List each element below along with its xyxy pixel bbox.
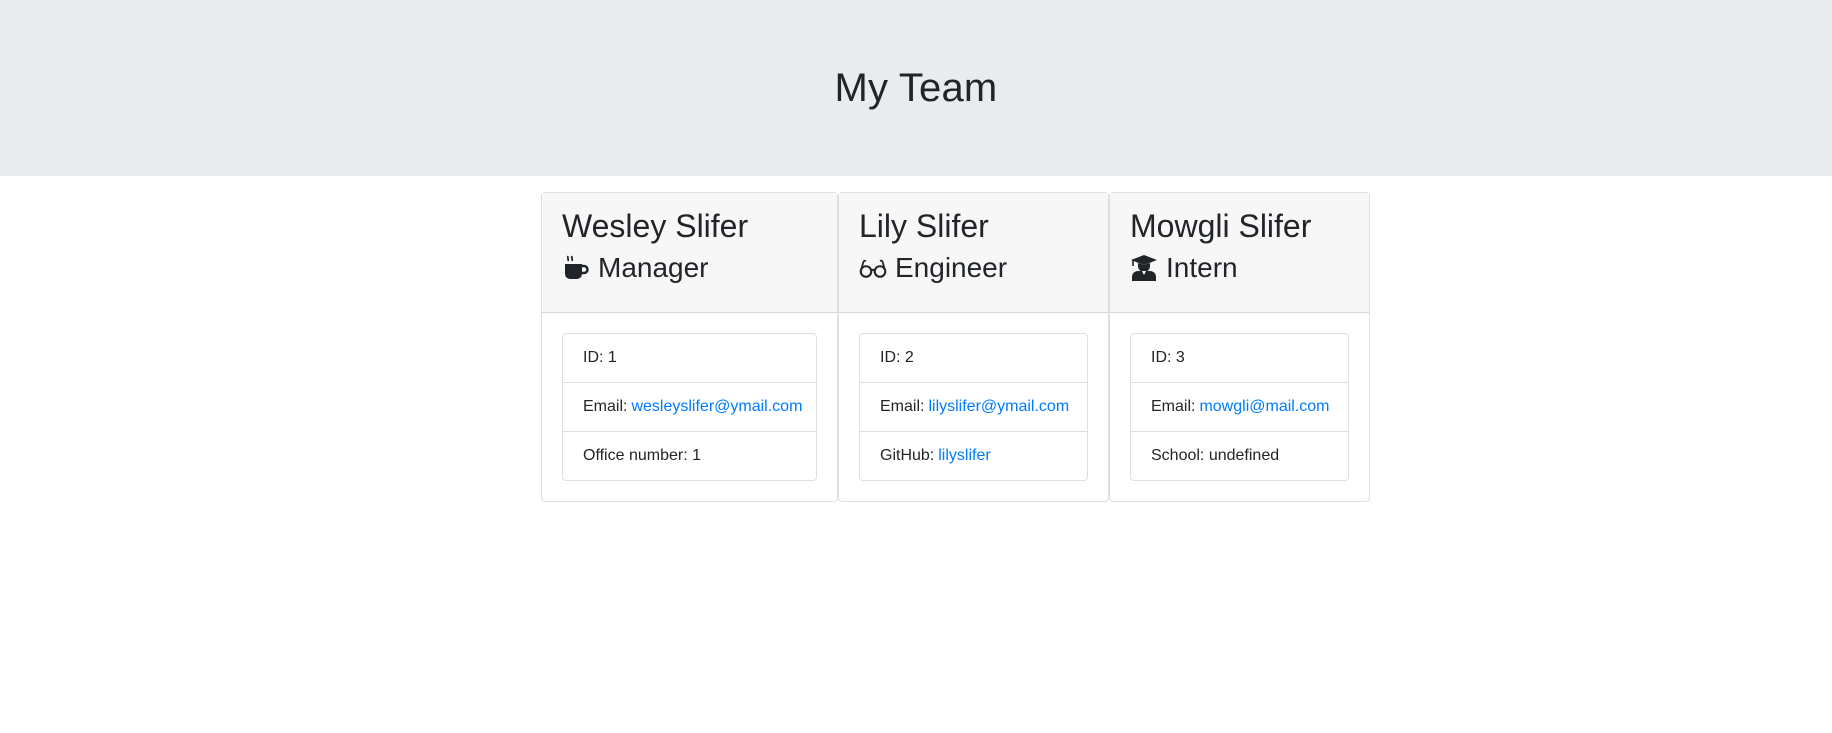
id-value: 3 xyxy=(1175,349,1185,366)
employee-name: Lily Slifer xyxy=(859,208,989,244)
email-item: Email: wesleyslifer@ymail.com xyxy=(563,382,816,431)
id-label: ID: xyxy=(583,349,604,366)
id-label: ID: xyxy=(1151,349,1172,366)
github-label: GitHub: xyxy=(880,447,935,464)
id-item: ID: 3 xyxy=(1131,334,1348,382)
school-value: undefined xyxy=(1208,447,1280,464)
id-item: ID: 2 xyxy=(860,334,1087,382)
email-link[interactable]: wesleyslifer@ymail.com xyxy=(631,398,802,416)
office-number-value: 1 xyxy=(692,447,701,464)
card-header: Lily Slifer Engineer xyxy=(839,193,1108,313)
employee-card-engineer: Lily Slifer Engineer ID: 2 Email: lilysl… xyxy=(838,192,1109,502)
employee-card-intern: Mowgli Slifer Intern ID: 3 Email: mowgli… xyxy=(1109,192,1370,502)
employee-role: Intern xyxy=(1130,251,1349,285)
employee-card-manager: Wesley Slifer Manager ID: 1 Email: wesle… xyxy=(541,192,838,502)
github-link[interactable]: lilyslifer xyxy=(938,447,990,465)
email-link[interactable]: lilyslifer@ymail.com xyxy=(928,398,1069,416)
page-title: My Team xyxy=(834,65,998,110)
email-link[interactable]: mowgli@mail.com xyxy=(1199,398,1329,416)
employee-name: Mowgli Slifer xyxy=(1130,208,1312,244)
graduate-icon xyxy=(1130,254,1158,282)
card-header: Mowgli Slifer Intern xyxy=(1110,193,1369,313)
coffee-mug-icon xyxy=(562,254,590,282)
team-cards: Wesley Slifer Manager ID: 1 Email: wesle… xyxy=(541,192,1370,502)
card-body: ID: 3 Email: mowgli@mail.com School: unde… xyxy=(1110,313,1369,501)
role-label: Engineer xyxy=(895,252,1008,284)
id-item: ID: 1 xyxy=(563,334,816,382)
id-value: 2 xyxy=(904,349,914,366)
details-list: ID: 1 Email: wesleyslifer@ymail.com Offic… xyxy=(562,333,817,481)
id-value: 1 xyxy=(607,349,617,366)
email-item: Email: lilyslifer@ymail.com xyxy=(860,382,1087,431)
role-label: Intern xyxy=(1166,252,1238,284)
email-item: Email: mowgli@mail.com xyxy=(1131,382,1348,431)
role-label: Manager xyxy=(598,252,709,284)
card-body: ID: 1 Email: wesleyslifer@ymail.com Offic… xyxy=(542,313,837,501)
email-label: Email: xyxy=(1151,398,1196,415)
employee-name: Wesley Slifer xyxy=(562,208,749,244)
school-label: School: xyxy=(1151,447,1205,464)
details-list: ID: 2 Email: lilyslifer@ymail.com GitHub:… xyxy=(859,333,1088,481)
email-label: Email: xyxy=(880,398,925,415)
employee-role: Engineer xyxy=(859,251,1088,285)
glasses-icon xyxy=(859,254,887,282)
employee-role: Manager xyxy=(562,251,817,285)
office-number-label: Office number: xyxy=(583,447,688,464)
page-header: My Team xyxy=(0,0,1832,176)
school-item: School: undefined xyxy=(1131,431,1348,480)
card-header: Wesley Slifer Manager xyxy=(542,193,837,313)
id-label: ID: xyxy=(880,349,901,366)
email-label: Email: xyxy=(583,398,628,415)
card-body: ID: 2 Email: lilyslifer@ymail.com GitHub:… xyxy=(839,313,1108,501)
details-list: ID: 3 Email: mowgli@mail.com School: unde… xyxy=(1130,333,1349,481)
github-item: GitHub: lilyslifer xyxy=(860,431,1087,480)
office-number-item: Office number: 1 xyxy=(563,431,816,480)
